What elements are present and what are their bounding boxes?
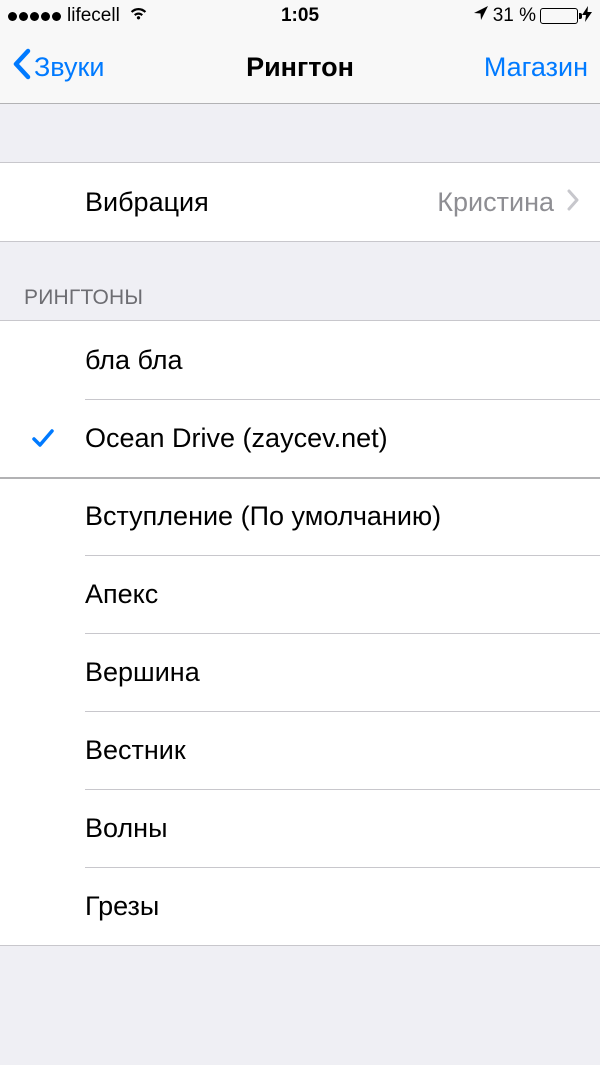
wifi-icon (128, 5, 149, 27)
ringtones-group: бла бла Ocean Drive (zaycev.net) Вступлени… (0, 320, 600, 946)
battery-percent-label: 31 % (493, 5, 536, 27)
carrier-label: lifecell (67, 5, 120, 27)
status-right: 31 % (319, 5, 592, 27)
ringtone-cell[interactable]: Грезы (0, 867, 600, 945)
status-bar: lifecell 1:05 31 % (0, 0, 600, 32)
ringtone-label: Вершина (85, 657, 580, 688)
ringtones-section-header: РИНГТОНЫ (0, 242, 600, 320)
ringtone-label: Апекс (85, 579, 580, 610)
charging-icon (582, 6, 592, 27)
chevron-left-icon (12, 48, 31, 87)
store-button[interactable]: Магазин (484, 52, 588, 83)
ringtone-label: Вестник (85, 735, 580, 766)
ringtone-cell[interactable]: Волны (0, 789, 600, 867)
store-label: Магазин (484, 52, 588, 83)
vibration-cell[interactable]: Вибрация Кристина (0, 163, 600, 241)
ringtone-label: Грезы (85, 891, 580, 922)
ringtone-cell[interactable]: бла бла (0, 321, 600, 399)
section-gap (0, 104, 600, 162)
ringtone-cell[interactable]: Вступление (По умолчанию) (0, 477, 600, 555)
signal-dots-icon (8, 12, 61, 21)
ringtone-label: Волны (85, 813, 580, 844)
ringtone-label: Ocean Drive (zaycev.net) (85, 423, 580, 454)
ringtone-label: Вступление (По умолчанию) (85, 501, 580, 532)
vibration-label: Вибрация (85, 187, 437, 218)
location-icon (473, 5, 489, 27)
group-divider (0, 477, 600, 479)
ringtone-cell[interactable]: Ocean Drive (zaycev.net) (0, 399, 600, 477)
chevron-right-icon (566, 187, 580, 218)
status-time: 1:05 (281, 5, 319, 27)
battery-icon (540, 8, 578, 24)
back-label: Звуки (34, 52, 104, 83)
ringtone-label: бла бла (85, 345, 580, 376)
nav-bar: Звуки Рингтон Магазин (0, 32, 600, 104)
vibration-group: Вибрация Кристина (0, 162, 600, 242)
back-button[interactable]: Звуки (12, 48, 104, 87)
vibration-value: Кристина (437, 187, 554, 218)
ringtone-cell[interactable]: Вестник (0, 711, 600, 789)
ringtone-cell[interactable]: Апекс (0, 555, 600, 633)
ringtone-cell[interactable]: Вершина (0, 633, 600, 711)
status-left: lifecell (8, 5, 281, 27)
checkmark-icon (0, 425, 85, 451)
